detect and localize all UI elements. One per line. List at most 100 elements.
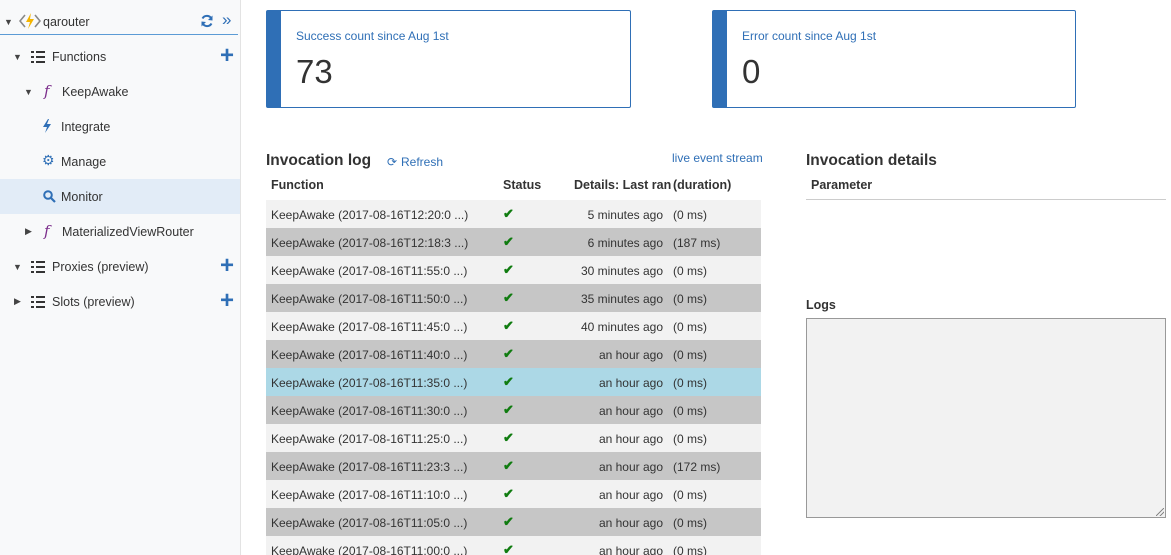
table-row[interactable]: KeepAwake (2017-08-16T11:55:0 ...) ✔ 30 mi… — [266, 256, 761, 284]
duration-cell: (0 ms) — [673, 264, 707, 278]
column-header-details[interactable]: Details: Last ran — [574, 178, 671, 192]
collapse-sidebar-icon[interactable]: » — [222, 10, 231, 30]
sidebar-item-manage[interactable]: ⚙ Manage — [0, 144, 240, 179]
last-ran-cell: an hour ago — [598, 404, 663, 418]
duration-cell: (187 ms) — [673, 236, 721, 250]
check-icon: ✔ — [503, 290, 514, 305]
table-row[interactable]: KeepAwake (2017-08-16T12:18:3 ...) ✔ 6 min… — [266, 228, 761, 256]
check-icon: ✔ — [503, 514, 514, 529]
sidebar-item-functions[interactable]: ▼ Functions + — [0, 39, 240, 74]
card-accent-bar — [713, 11, 727, 107]
function-cell: KeepAwake (2017-08-16T11:00:0 ...) — [271, 544, 468, 555]
function-icon: f — [44, 222, 50, 240]
table-row[interactable]: KeepAwake (2017-08-16T11:05:0 ...) ✔ an ho… — [266, 508, 761, 536]
last-ran-cell: an hour ago — [598, 544, 663, 555]
function-cell: KeepAwake (2017-08-16T11:35:0 ...) — [271, 376, 468, 390]
caret-down-icon[interactable]: ▼ — [13, 262, 22, 272]
add-proxy-icon[interactable]: + — [220, 254, 234, 278]
check-icon: ✔ — [503, 486, 514, 501]
error-count-card: Error count since Aug 1st 0 — [712, 10, 1076, 108]
table-row[interactable]: KeepAwake (2017-08-16T11:50:0 ...) ✔ 35 mi… — [266, 284, 761, 312]
refresh-icon: ⟳ — [387, 155, 398, 169]
table-row[interactable]: KeepAwake (2017-08-16T12:20:0 ...) ✔ 5 min… — [266, 200, 761, 228]
last-ran-cell: an hour ago — [598, 348, 663, 362]
table-row[interactable]: KeepAwake (2017-08-16T11:30:0 ...) ✔ an ho… — [266, 396, 761, 424]
table-row[interactable]: KeepAwake (2017-08-16T11:45:0 ...) ✔ 40 mi… — [266, 312, 761, 340]
logs-textarea[interactable] — [806, 318, 1166, 518]
sidebar-item-slots[interactable]: ▶ Slots (preview) + — [0, 284, 240, 319]
card-title: Success count since Aug 1st — [296, 29, 449, 43]
column-header-status[interactable]: Status — [503, 178, 541, 192]
sidebar-item-integrate[interactable]: Integrate — [0, 109, 240, 144]
last-ran-cell: an hour ago — [598, 460, 663, 474]
caret-down-icon[interactable]: ▼ — [4, 17, 13, 27]
duration-cell: (0 ms) — [673, 516, 707, 530]
list-icon — [31, 261, 45, 273]
duration-cell: (0 ms) — [673, 292, 707, 306]
duration-cell: (0 ms) — [673, 348, 707, 362]
sidebar-item-label: Monitor — [61, 190, 103, 204]
search-icon — [43, 190, 56, 203]
caret-down-icon[interactable]: ▼ — [13, 52, 22, 62]
sidebar-item-label: Proxies (preview) — [52, 260, 149, 274]
sidebar-item-keepawake[interactable]: ▼ f KeepAwake — [0, 74, 240, 109]
sidebar-item-label: Functions — [52, 50, 107, 64]
function-cell: KeepAwake (2017-08-16T11:55:0 ...) — [271, 264, 468, 278]
last-ran-cell: 35 minutes ago — [580, 292, 663, 306]
refresh-label: Refresh — [401, 155, 444, 169]
duration-cell: (172 ms) — [673, 460, 721, 474]
table-row[interactable]: KeepAwake (2017-08-16T11:23:3 ...) ✔ an ho… — [266, 452, 761, 480]
card-accent-bar — [267, 11, 281, 107]
list-icon — [31, 51, 45, 63]
sidebar-item-proxies[interactable]: ▼ Proxies (preview) + — [0, 249, 240, 284]
live-event-stream-link[interactable]: live event stream — [672, 151, 763, 165]
duration-cell: (0 ms) — [673, 376, 707, 390]
caret-right-icon[interactable]: ▶ — [14, 296, 21, 307]
check-icon: ✔ — [503, 206, 514, 221]
function-cell: KeepAwake (2017-08-16T12:20:0 ...) — [271, 208, 469, 222]
sidebar: ▼ qarouter » ▼ Functions + ▼ f KeepAwake… — [0, 0, 241, 555]
app: ▼ qarouter » ▼ Functions + ▼ f KeepAwake… — [0, 0, 1171, 555]
resize-grip-icon[interactable] — [1156, 508, 1164, 516]
function-cell: KeepAwake (2017-08-16T11:40:0 ...) — [271, 348, 468, 362]
sidebar-item-materializedviewrouter[interactable]: ▶ f MaterializedViewRouter — [0, 214, 240, 249]
table-row[interactable]: KeepAwake (2017-08-16T11:25:0 ...) ✔ an ho… — [266, 424, 761, 452]
caret-right-icon[interactable]: ▶ — [25, 226, 32, 237]
function-cell: KeepAwake (2017-08-16T11:10:0 ...) — [271, 488, 468, 502]
check-icon: ✔ — [503, 402, 514, 417]
refresh-icon[interactable] — [200, 14, 214, 28]
table-row[interactable]: KeepAwake (2017-08-16T11:00:0 ...) ✔ an ho… — [266, 536, 761, 555]
last-ran-cell: an hour ago — [598, 488, 663, 502]
check-icon: ✔ — [503, 346, 514, 361]
sidebar-item-label: KeepAwake — [62, 85, 129, 99]
duration-cell: (0 ms) — [673, 404, 707, 418]
function-cell: KeepAwake (2017-08-16T11:50:0 ...) — [271, 292, 468, 306]
function-cell: KeepAwake (2017-08-16T11:30:0 ...) — [271, 404, 468, 418]
parameter-header: Parameter — [811, 178, 873, 192]
check-icon: ✔ — [503, 318, 514, 333]
lightning-icon — [43, 119, 51, 133]
last-ran-cell: 30 minutes ago — [580, 264, 663, 278]
last-ran-cell: an hour ago — [598, 376, 663, 390]
column-header-duration[interactable]: (duration) — [673, 178, 731, 192]
duration-cell: (0 ms) — [673, 544, 707, 555]
card-value: 73 — [296, 53, 333, 90]
logs-label: Logs — [806, 298, 836, 312]
table-row[interactable]: KeepAwake (2017-08-16T11:10:0 ...) ✔ an ho… — [266, 480, 761, 508]
add-function-icon[interactable]: + — [220, 44, 234, 68]
sidebar-item-monitor[interactable]: Monitor — [0, 179, 240, 214]
column-header-function[interactable]: Function — [271, 178, 324, 192]
duration-cell: (0 ms) — [673, 488, 707, 502]
add-slot-icon[interactable]: + — [220, 289, 234, 313]
sidebar-item-label: Slots (preview) — [52, 295, 135, 309]
table-row[interactable]: KeepAwake (2017-08-16T11:35:0 ...) ✔ an ho… — [266, 368, 761, 396]
last-ran-cell: 6 minutes ago — [587, 236, 663, 250]
table-row[interactable]: KeepAwake (2017-08-16T11:40:0 ...) ✔ an ho… — [266, 340, 761, 368]
caret-down-icon[interactable]: ▼ — [24, 87, 33, 97]
function-cell: KeepAwake (2017-08-16T11:23:3 ...) — [271, 460, 468, 474]
last-ran-cell: an hour ago — [598, 516, 663, 530]
function-icon: f — [44, 82, 50, 100]
sidebar-item-label: Integrate — [61, 120, 111, 134]
check-icon: ✔ — [503, 234, 514, 249]
duration-cell: (0 ms) — [673, 208, 707, 222]
